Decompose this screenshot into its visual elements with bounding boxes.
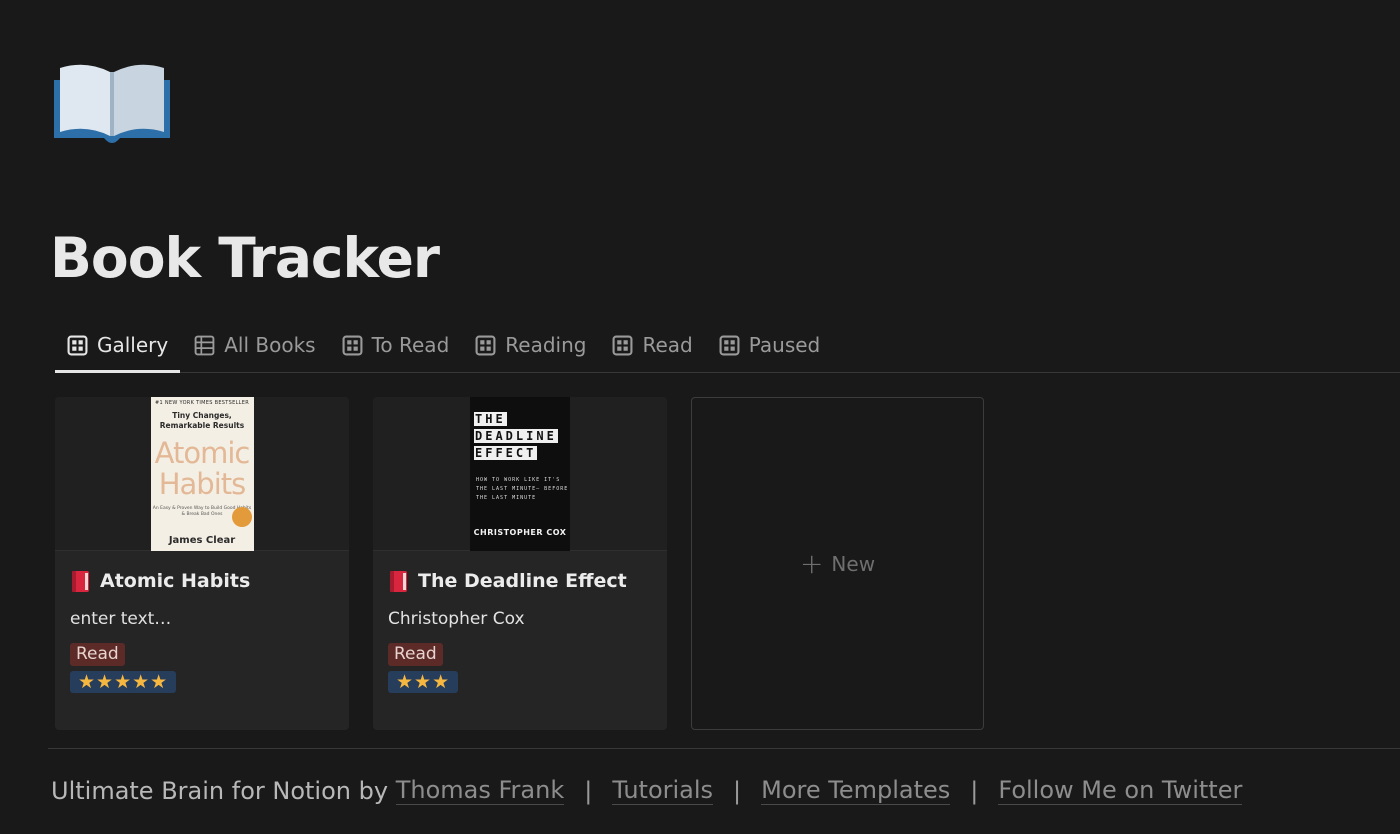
footer-prefix: Ultimate Brain for Notion by [51,776,389,805]
tab-label: Gallery [97,333,169,357]
cover-author: James Clear [168,535,236,546]
cover-banner: #1 NEW YORK TIMES BESTSELLER [155,400,249,406]
footer: Ultimate Brain for Notion by Thomas Fran… [51,776,1243,805]
book-card[interactable]: #1 NEW YORK TIMES BESTSELLER Tiny Change… [55,397,349,730]
tab-label: Read [642,333,693,357]
tab-to-read[interactable]: To Read [330,318,462,372]
more-templates-link[interactable]: More Templates [761,776,951,805]
new-card-label: New [831,551,876,576]
cover-author: CHRISTOPHER COX [473,528,567,537]
cover-title: Atomic Habits [154,436,251,501]
tab-paused[interactable]: Paused [707,318,833,372]
status-badge: Read [388,643,443,666]
page-title: Book Tracker [50,226,440,290]
thomas-frank-link[interactable]: Thomas Frank [395,776,565,805]
book-card[interactable]: THE DEADLINE EFFECT HOW TO WORK LIKE IT'… [373,397,667,730]
open-book-icon [50,58,174,150]
divider [48,748,1400,749]
footer-separator: | [970,776,979,805]
footer-separator: | [733,776,742,805]
tab-label: All Books [224,333,316,357]
card-title-text: Atomic Habits [100,570,251,592]
card-title-text: The Deadline Effect [418,570,627,592]
gallery-icon [612,335,633,355]
tab-label: Reading [505,333,587,357]
tab-label: To Read [371,333,450,357]
card-title: Atomic Habits [70,564,334,598]
cover-description: HOW TO WORK LIKE IT'S THE LAST MINUTE— B… [476,477,569,501]
tab-read[interactable]: Read [600,318,704,372]
gallery-icon [67,335,88,355]
gallery-icon [342,335,363,355]
book-cover-image: #1 NEW YORK TIMES BESTSELLER Tiny Change… [150,397,254,551]
cover-title-line: EFFECT [474,446,538,460]
twitter-link[interactable]: Follow Me on Twitter [998,776,1243,805]
red-book-icon [390,570,407,592]
star-rating: ★★★★★ [70,671,177,693]
footer-separator: | [584,776,593,805]
view-tabs: Gallery All Books To Read Reading Read P… [55,318,1400,373]
gallery-icon [475,335,496,355]
new-card-button[interactable]: + New [691,397,984,730]
tab-reading[interactable]: Reading [463,318,598,372]
card-author: enter text… [70,609,172,629]
gallery-icon [719,335,740,355]
cover-subtitle: Tiny Changes, Remarkable Results [159,411,245,430]
card-author: Christopher Cox [388,609,525,629]
tab-gallery[interactable]: Gallery [55,318,181,373]
card-cover: THE DEADLINE EFFECT HOW TO WORK LIKE IT'… [373,397,667,551]
star-rating: ★★★ [388,671,459,693]
status-badge: Read [70,643,125,666]
plus-icon: + [799,546,824,580]
book-cover-image: THE DEADLINE EFFECT HOW TO WORK LIKE IT'… [470,397,570,551]
cover-title-line: DEADLINE [474,429,558,443]
tab-all-books[interactable]: All Books [182,318,327,372]
tab-label: Paused [748,333,821,357]
cover-title-line: THE [474,412,507,426]
gallery: #1 NEW YORK TIMES BESTSELLER Tiny Change… [55,397,984,730]
cover-title: THE DEADLINE EFFECT [474,411,570,462]
cover-seal [231,507,252,527]
red-book-icon [72,570,89,592]
tutorials-link[interactable]: Tutorials [612,776,714,805]
card-cover: #1 NEW YORK TIMES BESTSELLER Tiny Change… [55,397,349,551]
card-title: The Deadline Effect [388,564,652,598]
table-icon [194,335,215,355]
